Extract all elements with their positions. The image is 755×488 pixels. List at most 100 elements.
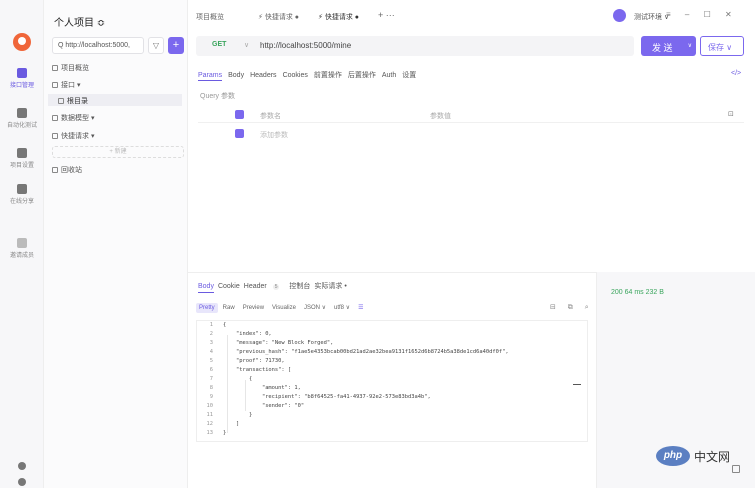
app-rail: 接口管理 自动化测试 项目设置 在线分享 邀请成员	[0, 0, 44, 488]
code-line: }	[223, 430, 227, 436]
format-raw[interactable]: Raw	[220, 303, 238, 313]
format-visualize[interactable]: Visualize	[269, 303, 299, 313]
rail-item-autotest[interactable]: 自动化测试	[0, 108, 44, 129]
tab-response-cookie[interactable]: Cookie	[218, 283, 240, 290]
folder-icon	[58, 98, 64, 104]
code-line: {	[223, 322, 227, 328]
share-icon	[17, 184, 27, 194]
rail-label: 在线分享	[9, 199, 34, 205]
search-input[interactable]: Q http://localhost:5000,	[52, 37, 144, 54]
project-sidebar: 个人项目 ≎ Q http://localhost:5000, ▽ + 项目概览…	[44, 0, 188, 488]
trash-icon	[52, 167, 58, 173]
code-line: }	[223, 412, 253, 418]
rail-item-invite[interactable]: 邀请成员	[0, 238, 44, 259]
rail-label: 自动化测试	[6, 123, 37, 129]
chevron-down-icon[interactable]: ∨	[244, 41, 249, 49]
tab-pre-ops[interactable]: 前置操作	[314, 72, 342, 79]
format-json-select[interactable]: JSON ∨	[301, 302, 329, 313]
gear-icon[interactable]	[18, 478, 26, 486]
query-table-header: 参数名 参数值 ⊡	[198, 106, 744, 123]
tab-auth[interactable]: Auth	[382, 72, 396, 79]
save-button[interactable]: 保存 ∨	[700, 36, 744, 56]
tree-item-models[interactable]: 数据模型 ▾	[52, 113, 94, 123]
url-input[interactable]: http://localhost:5000/mine	[260, 41, 351, 50]
project-switcher[interactable]: 个人项目 ≎	[54, 14, 105, 29]
tab-actual-request[interactable]: 实际请求 •	[314, 283, 346, 290]
send-button[interactable]: 发 送 ∨	[641, 36, 696, 56]
tab-response-header[interactable]: Header 5	[244, 283, 284, 290]
format-preview[interactable]: Preview	[240, 303, 267, 313]
response-code-viewer[interactable]: 1{ 2 "index": 0, 3 "message": "New Block…	[196, 320, 588, 442]
settings-icon	[17, 148, 27, 158]
tab-overview[interactable]: 项目概览	[196, 12, 224, 22]
add-param-input[interactable]: 添加参数	[260, 130, 288, 140]
api-folder-icon	[52, 82, 58, 88]
autotest-icon	[17, 108, 27, 118]
tree-item-trash[interactable]: 回收站	[52, 165, 82, 175]
column-value: 参数值	[430, 113, 451, 120]
rail-label: 接口管理	[9, 83, 34, 89]
app-logo	[13, 33, 31, 51]
code-line: "previous_hash": "f1ae5e4353bcab00bd21ad…	[223, 349, 509, 355]
notification-icon[interactable]	[18, 462, 26, 470]
invite-icon	[17, 238, 27, 248]
tree-item-quick[interactable]: 快捷请求 ▾	[52, 131, 94, 141]
tree-item-api[interactable]: 接口 ▾	[52, 80, 80, 90]
code-line: "amount": 1,	[223, 385, 301, 391]
active-tab-indicator	[198, 292, 214, 293]
env-icon	[613, 9, 626, 22]
code-line: "message": "New Block Forged",	[223, 340, 334, 346]
format-pretty[interactable]: Pretty	[196, 303, 218, 313]
param-checkbox[interactable]	[235, 129, 244, 138]
status-summary: 200 64 ms 232 B	[611, 289, 664, 296]
tab-body[interactable]: Body	[228, 72, 244, 79]
rail-label: 项目设置	[9, 163, 34, 169]
code-line: "recipient": "b8f64525-fa41-4937-92e2-57…	[223, 394, 431, 400]
response-tool-icons[interactable]: ⊟ ⧉ ⌕	[550, 303, 594, 312]
tree-item-root[interactable]: 根目录	[48, 94, 182, 106]
layout-toggle-icon[interactable]	[732, 465, 740, 473]
bulk-edit-icon[interactable]: ⊡	[728, 110, 734, 118]
scrollbar-marker[interactable]	[573, 384, 581, 385]
column-name: 参数名	[260, 113, 281, 120]
code-line: {	[223, 376, 253, 382]
model-icon	[52, 115, 58, 121]
add-button[interactable]: +	[168, 37, 184, 54]
request-tabs: Params Body Headers Cookies 前置操作 后置操作 Auth 设置	[198, 70, 422, 80]
tab-post-ops[interactable]: 后置操作	[348, 72, 376, 79]
environment-select[interactable]: 测试环境 ∨	[634, 12, 669, 22]
response-format-options: Pretty Raw Preview Visualize JSON ∨ utf8 ∨ ☰	[196, 302, 368, 313]
top-bar: 项目概览 ⚡ 快捷请求 ● ⚡ 快捷请求 ● + ··· 测试环境 ∨ ≡ – …	[188, 0, 755, 32]
rail-item-settings[interactable]: 项目设置	[0, 148, 44, 169]
rail-item-api[interactable]: 接口管理	[0, 68, 44, 89]
code-line: ]	[223, 421, 240, 427]
query-label: Query 参数	[200, 93, 236, 100]
tab-quick-request-2[interactable]: ⚡ 快捷请求 ●	[318, 12, 359, 22]
tab-headers[interactable]: Headers	[250, 72, 276, 79]
encoding-select[interactable]: utf8 ∨	[331, 302, 353, 313]
wrap-icon[interactable]: ☰	[355, 302, 366, 313]
window-controls[interactable]: ≡ – ☐ ✕	[666, 10, 738, 19]
tab-params[interactable]: Params	[198, 72, 222, 79]
tab-response-body[interactable]: Body	[198, 283, 214, 290]
tree-item-overview[interactable]: 项目概览	[52, 63, 89, 73]
code-line: "transactions": [	[223, 367, 292, 373]
quick-request-icon	[52, 133, 58, 139]
new-tab-button[interactable]: + ···	[378, 10, 395, 20]
tab-quick-request-1[interactable]: ⚡ 快捷请求 ●	[258, 12, 299, 22]
tab-console[interactable]: 控制台	[289, 283, 310, 290]
php-logo: php	[656, 446, 690, 466]
new-item-button[interactable]: + 新建	[52, 146, 184, 158]
filter-icon[interactable]: ▽	[148, 37, 164, 54]
tab-cookies[interactable]: Cookies	[283, 72, 308, 79]
code-line: "proof": 71730,	[223, 358, 285, 364]
response-panel: Body Cookie Header 5 控制台 实际请求 • Pretty Raw Pr…	[188, 272, 596, 488]
rail-item-share[interactable]: 在线分享	[0, 184, 44, 205]
method-select[interactable]: GET	[212, 41, 226, 48]
send-label: 发 送	[652, 43, 673, 53]
tab-settings[interactable]: 设置	[402, 72, 416, 79]
chevron-down-icon[interactable]: ∨	[688, 42, 692, 49]
select-all-checkbox[interactable]	[235, 110, 244, 119]
request-bar: GET ∨ http://localhost:5000/mine	[196, 36, 634, 56]
code-icon[interactable]: </>	[731, 70, 741, 77]
